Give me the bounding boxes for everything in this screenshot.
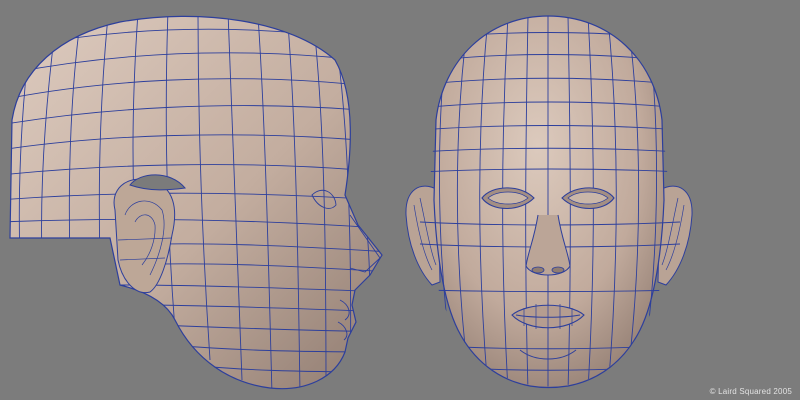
side-view-head-model xyxy=(9,15,383,390)
render-canvas xyxy=(9,15,693,390)
front-head-silhouette xyxy=(433,15,665,389)
render-viewport: © Laird Squared 2005 xyxy=(0,0,800,400)
copyright-credit: © Laird Squared 2005 xyxy=(709,387,792,396)
front-view-head-model xyxy=(405,15,693,389)
